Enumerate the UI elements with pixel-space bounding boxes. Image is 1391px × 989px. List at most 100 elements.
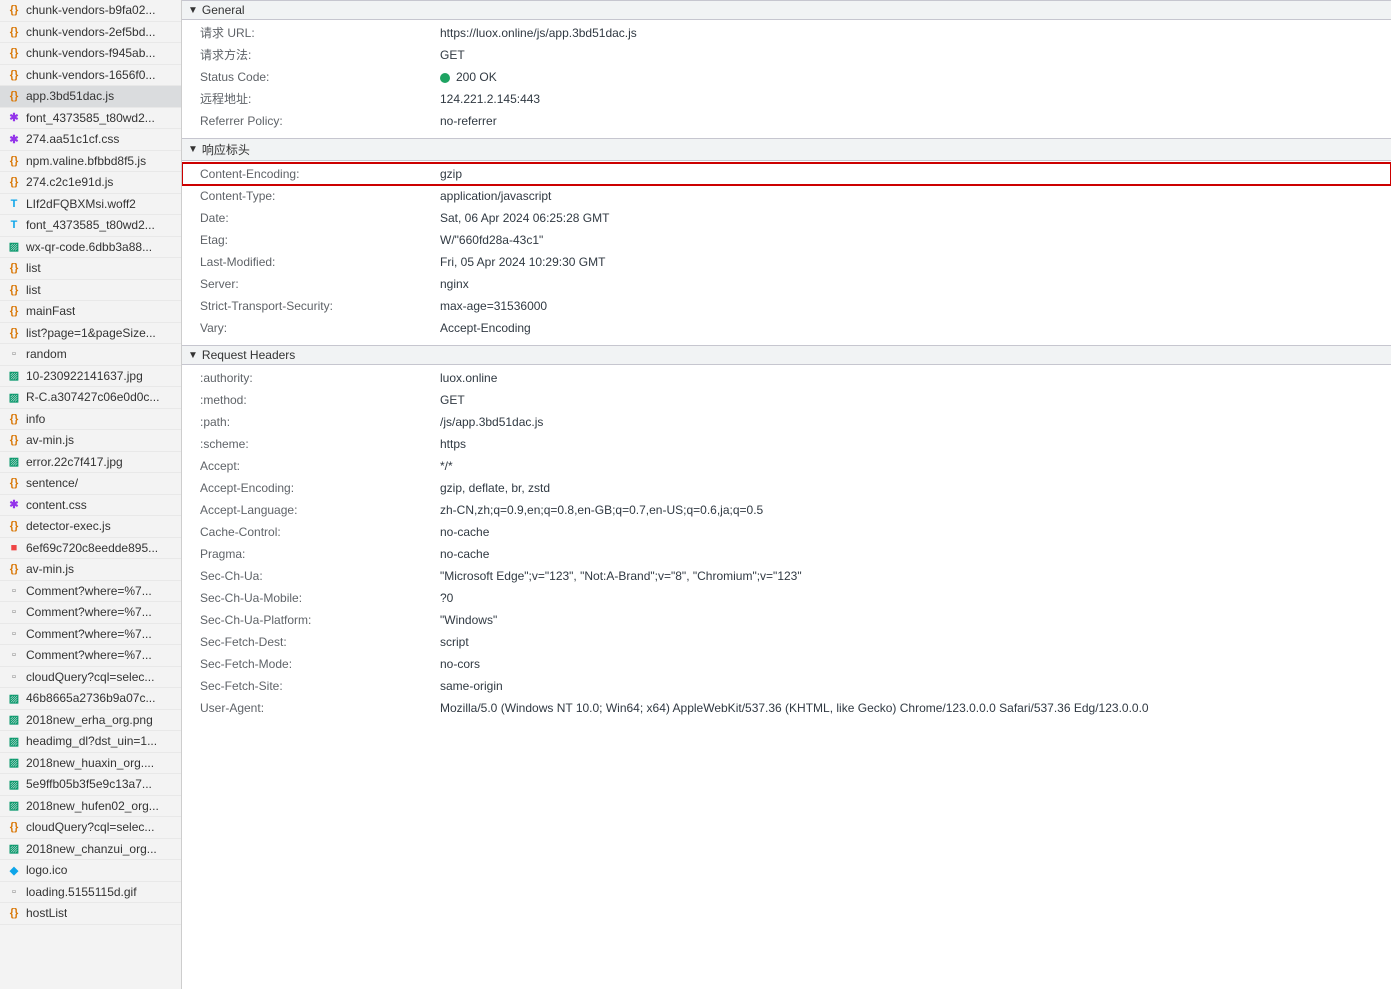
header-value: https	[440, 435, 466, 453]
file-detector[interactable]: {}detector-exec.js	[0, 516, 181, 538]
file-label: detector-exec.js	[26, 519, 111, 533]
header-value: Accept-Encoding	[440, 319, 531, 337]
file-img-46b[interactable]: ▨46b8665a2736b9a07c...	[0, 688, 181, 710]
file-hufen[interactable]: ▨2018new_hufen02_org...	[0, 796, 181, 818]
disclosure-triangle-icon: ▼	[188, 5, 198, 16]
file-label: chunk-vendors-b9fa02...	[26, 3, 155, 17]
file-random[interactable]: ▫random	[0, 344, 181, 366]
file-font-2[interactable]: Tfont_4373585_t80wd2...	[0, 215, 181, 237]
file-info[interactable]: {}info	[0, 409, 181, 431]
file-label: 10-230922141637.jpg	[26, 369, 143, 383]
header-name: Sec-Fetch-Mode:	[200, 655, 440, 673]
header-row: Referrer Policy:no-referrer	[182, 110, 1391, 132]
media-file-icon: ■	[6, 540, 22, 556]
headers-panel: ▼ General 请求 URL:https://luox.online/js/…	[182, 0, 1391, 989]
header-row: :authority:luox.online	[182, 367, 1391, 389]
status-dot-icon	[440, 73, 450, 83]
file-label: mainFast	[26, 304, 75, 318]
header-row: Sec-Fetch-Mode:no-cors	[182, 653, 1391, 675]
file-content-css[interactable]: ✱content.css	[0, 495, 181, 517]
file-mainfast[interactable]: {}mainFast	[0, 301, 181, 323]
header-value: ?0	[440, 589, 453, 607]
file-loading-gif[interactable]: ▫loading.5155115d.gif	[0, 882, 181, 904]
doc-file-icon: ▫	[6, 669, 22, 685]
file-label: 6ef69c720c8eedde895...	[26, 541, 158, 555]
file-erha[interactable]: ▨2018new_erha_org.png	[0, 710, 181, 732]
file-cloudquery-2[interactable]: {}cloudQuery?cql=selec...	[0, 817, 181, 839]
file-huaxin[interactable]: ▨2018new_huaxin_org....	[0, 753, 181, 775]
file-media-1[interactable]: ■ 6ef69c720c8eedde895...	[0, 538, 181, 560]
file-comment-4[interactable]: ▫Comment?where=%7...	[0, 645, 181, 667]
section-response-header[interactable]: ▼ 响应标头	[182, 138, 1391, 161]
network-request-list[interactable]: {}chunk-vendors-b9fa02...{}chunk-vendors…	[0, 0, 182, 989]
file-sentence[interactable]: {}sentence/	[0, 473, 181, 495]
file-label: Comment?where=%7...	[26, 627, 152, 641]
file-list-page[interactable]: {}list?page=1&pageSize...	[0, 323, 181, 345]
file-app-js[interactable]: {}app.3bd51dac.js	[0, 86, 181, 108]
file-headimg[interactable]: ▨headimg_dl?dst_uin=1...	[0, 731, 181, 753]
header-value: W/"660fd28a-43c1"	[440, 231, 543, 249]
xhr-file-icon: {}	[6, 411, 22, 427]
file-error-jpg[interactable]: ▨error.22c7f417.jpg	[0, 452, 181, 474]
file-label: LIf2dFQBXMsi.woff2	[26, 197, 136, 211]
file-list-1[interactable]: {}list	[0, 258, 181, 280]
header-name: Content-Encoding:	[200, 165, 440, 183]
file-avmin-2[interactable]: {}av-min.js	[0, 559, 181, 581]
img-file-icon: ▨	[6, 712, 22, 728]
header-name: 请求方法:	[200, 46, 440, 64]
file-jpg-1[interactable]: ▨10-230922141637.jpg	[0, 366, 181, 388]
file-5e9[interactable]: ▨5e9ffb05b3f5e9c13a7...	[0, 774, 181, 796]
file-list-2[interactable]: {}list	[0, 280, 181, 302]
fav-file-icon: ◆	[6, 862, 22, 878]
file-274-js[interactable]: {} 274.c2c1e91d.js	[0, 172, 181, 194]
header-value: nginx	[440, 275, 469, 293]
header-value: GET	[440, 391, 465, 409]
file-logo-ico[interactable]: ◆logo.ico	[0, 860, 181, 882]
img-file-icon: ▨	[6, 755, 22, 771]
js-file-icon: {}	[6, 432, 22, 448]
js-file-icon: {}	[6, 174, 22, 190]
file-comment-2[interactable]: ▫Comment?where=%7...	[0, 602, 181, 624]
file-chunk-vendors-1[interactable]: {}chunk-vendors-b9fa02...	[0, 0, 181, 22]
file-label: list?page=1&pageSize...	[26, 326, 156, 340]
file-label: content.css	[26, 498, 87, 512]
header-row: Content-Type:application/javascript	[182, 185, 1391, 207]
file-274-css[interactable]: ✱274.aa51c1cf.css	[0, 129, 181, 151]
file-comment-3[interactable]: ▫Comment?where=%7...	[0, 624, 181, 646]
file-hostlist[interactable]: {} hostList	[0, 903, 181, 925]
header-row: Sec-Ch-Ua-Mobile:?0	[182, 587, 1391, 609]
header-value: Sat, 06 Apr 2024 06:25:28 GMT	[440, 209, 609, 227]
xhr-file-icon: {}	[6, 905, 22, 921]
file-label: 274.c2c1e91d.js	[26, 175, 113, 189]
file-label: 274.aa51c1cf.css	[26, 132, 119, 146]
file-chunk-vendors-2[interactable]: {}chunk-vendors-2ef5bd...	[0, 22, 181, 44]
file-chunk-vendors-3[interactable]: {}chunk-vendors-f945ab...	[0, 43, 181, 65]
img-file-icon: ▨	[6, 798, 22, 814]
file-npm-valine[interactable]: {}npm.valine.bfbbd8f5.js	[0, 151, 181, 173]
file-chunk-vendors-4[interactable]: {}chunk-vendors-1656f0...	[0, 65, 181, 87]
file-woff2[interactable]: TLIf2dFQBXMsi.woff2	[0, 194, 181, 216]
file-comment-1[interactable]: ▫Comment?where=%7...	[0, 581, 181, 603]
img-file-icon: ▨	[6, 776, 22, 792]
file-label: Comment?where=%7...	[26, 605, 152, 619]
file-label: npm.valine.bfbbd8f5.js	[26, 154, 146, 168]
file-wx-qr[interactable]: ▨wx-qr-code.6dbb3a88...	[0, 237, 181, 259]
file-font-css-1[interactable]: ✱font_4373585_t80wd2...	[0, 108, 181, 130]
file-label: cloudQuery?cql=selec...	[26, 820, 154, 834]
header-row: Accept-Language:zh-CN,zh;q=0.9,en;q=0.8,…	[182, 499, 1391, 521]
header-row: 请求 URL:https://luox.online/js/app.3bd51d…	[182, 22, 1391, 44]
section-request-header[interactable]: ▼ Request Headers	[182, 345, 1391, 365]
file-chanzui[interactable]: ▨2018new_chanzui_org...	[0, 839, 181, 861]
header-value: script	[440, 633, 469, 651]
file-cloudquery-1[interactable]: ▫cloudQuery?cql=selec...	[0, 667, 181, 689]
file-label: wx-qr-code.6dbb3a88...	[26, 240, 152, 254]
disclosure-triangle-icon: ▼	[188, 144, 198, 155]
file-avmin-1[interactable]: {}av-min.js	[0, 430, 181, 452]
header-value: "Windows"	[440, 611, 497, 629]
file-label: hostList	[26, 906, 67, 920]
section-general-header[interactable]: ▼ General	[182, 0, 1391, 20]
file-rc-img[interactable]: ▨R-C.a307427c06e0d0c...	[0, 387, 181, 409]
header-value: 124.221.2.145:443	[440, 90, 540, 108]
section-title: General	[202, 3, 245, 17]
header-value: "Microsoft Edge";v="123", "Not:A-Brand";…	[440, 567, 802, 585]
